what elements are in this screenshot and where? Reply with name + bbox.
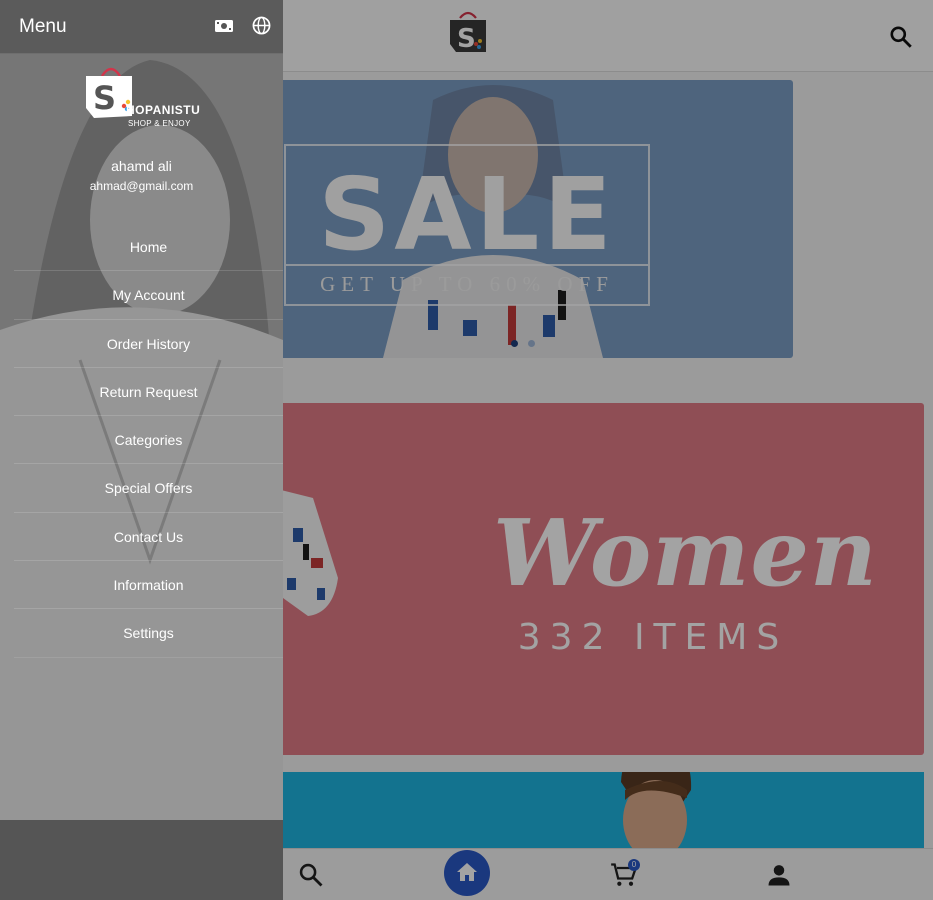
- menu-item-contact-us[interactable]: Contact Us: [14, 513, 283, 562]
- side-drawer: Menu S HOPANISTU SHOP & ENJOY ahamd ali …: [0, 0, 283, 900]
- drawer-menu-list: Home My Account Order History Return Req…: [14, 223, 283, 658]
- brand-name: HOPANISTU: [126, 103, 201, 117]
- menu-item-categories[interactable]: Categories: [14, 416, 283, 465]
- menu-item-my-account[interactable]: My Account: [14, 271, 283, 320]
- menu-item-order-history[interactable]: Order History: [14, 320, 283, 368]
- money-icon[interactable]: [214, 18, 234, 34]
- menu-item-home[interactable]: Home: [14, 223, 283, 272]
- menu-item-information[interactable]: Information: [14, 561, 283, 610]
- menu-item-special-offers[interactable]: Special Offers: [14, 464, 283, 513]
- user-email: ahmad@gmail.com: [89, 179, 194, 193]
- brand-logo[interactable]: S HOPANISTU SHOP & ENJOY: [86, 62, 206, 132]
- user-name: ahamd ali: [111, 158, 172, 174]
- brand-tagline: SHOP & ENJOY: [128, 119, 191, 128]
- menu-item-return-request[interactable]: Return Request: [14, 368, 283, 417]
- globe-icon[interactable]: [252, 16, 271, 35]
- menu-title: Menu: [19, 16, 67, 37]
- menu-item-settings[interactable]: Settings: [14, 609, 283, 658]
- drawer-header: Menu: [0, 0, 283, 54]
- svg-text:S: S: [93, 79, 116, 117]
